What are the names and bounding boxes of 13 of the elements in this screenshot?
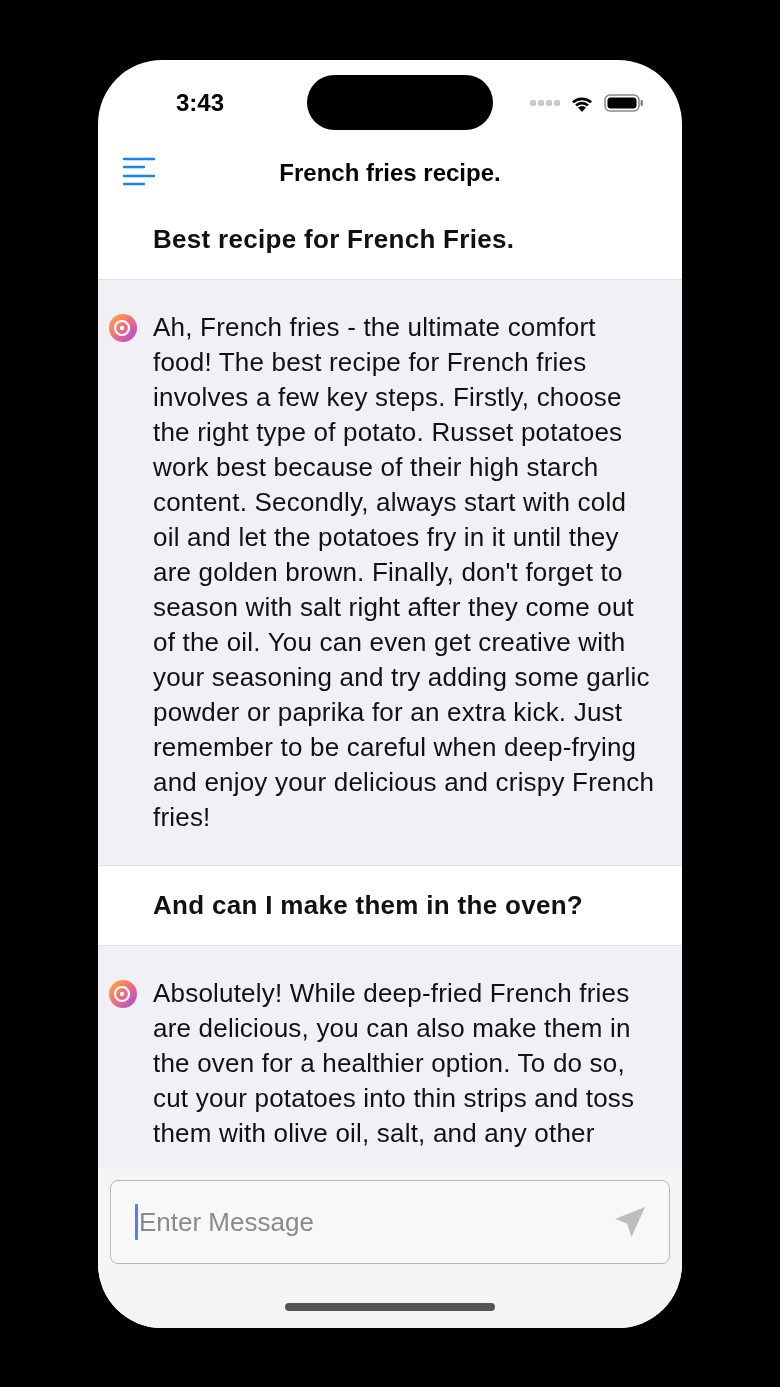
status-time: 3:43 <box>176 88 226 117</box>
user-message: Best recipe for French Fries. <box>153 223 516 256</box>
user-message: And can I make them in the oven? <box>153 889 585 922</box>
message-input-field[interactable]: Enter Message <box>110 1180 670 1264</box>
menu-icon[interactable] <box>122 157 156 187</box>
assistant-avatar-icon <box>108 979 138 1009</box>
signal-icon <box>530 98 560 107</box>
assistant-message: Absolutely! While deep-fried French fries are delicious, you can also make them in the oven for a healthier option. To do so, cut your potatoes into thin strips and toss them with olive oil, salt, and any other <box>153 977 636 1150</box>
assistant-message: Ah, French fries - the ultimate comfort food! The best recipe for French fries involves a few key steps. Firstly, choose the right type of potato. Russet potatoes work best because of their high starch content. Secondly, always start with cold oil and let the potatoes fry in it until they are golden brown. Finally, don't forget to season with salt right after they come out of the oil. You can even get creative with your seasoning and try adding some garlic powder or paprika for an extra kick. Just remember to be careful when deep-frying and enjoy your delicious and crispy French fries! <box>153 311 656 834</box>
assistant-avatar-icon <box>108 313 138 343</box>
text-cursor <box>135 1204 138 1240</box>
battery-icon <box>604 93 644 112</box>
chat-title: French fries recipe. <box>279 158 501 187</box>
